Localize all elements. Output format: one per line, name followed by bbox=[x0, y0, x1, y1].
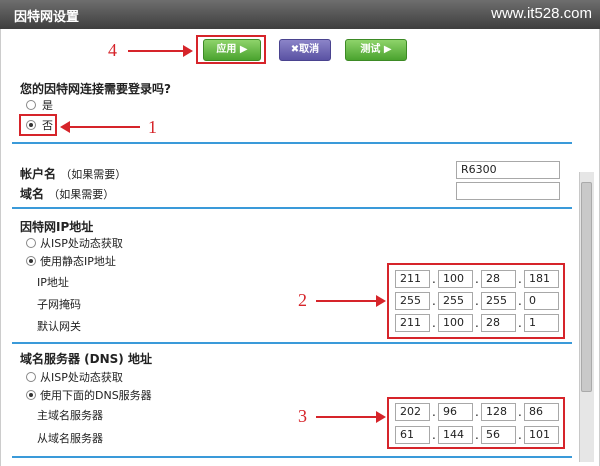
secondary-dns-dot: . bbox=[432, 428, 436, 442]
secondary-dns-dot: . bbox=[475, 428, 479, 442]
gateway-dot: . bbox=[432, 316, 436, 330]
domain-input[interactable] bbox=[456, 182, 560, 200]
ip-address-label: IP地址 bbox=[37, 276, 69, 289]
mask-octet-2[interactable]: 255 bbox=[438, 292, 473, 310]
ip-dynamic-radio[interactable] bbox=[26, 238, 36, 248]
divider-1 bbox=[12, 142, 572, 144]
dns-manual-radio[interactable] bbox=[26, 390, 36, 400]
username-label: 帐户名 （如果需要） bbox=[20, 167, 127, 181]
secondary-dns-dot: . bbox=[518, 428, 522, 442]
watermark: www.it528.com bbox=[491, 5, 592, 22]
login-yes-label: 是 bbox=[42, 99, 53, 112]
domain-label: 域名 （如果需要） bbox=[20, 187, 115, 201]
mask-dot: . bbox=[432, 294, 436, 308]
annotation-3-arrow bbox=[316, 411, 386, 423]
ip-octet-1[interactable]: 211 bbox=[395, 270, 430, 288]
login-yes-radio[interactable] bbox=[26, 100, 36, 110]
primary-dns-label: 主域名服务器 bbox=[37, 409, 103, 422]
primary-dns-dot: . bbox=[475, 405, 479, 419]
annotation-2-arrow bbox=[316, 295, 386, 307]
primary-dns-octet-3[interactable]: 128 bbox=[481, 403, 516, 421]
scrollbar-thumb[interactable] bbox=[581, 182, 592, 392]
primary-dns-dot: . bbox=[518, 405, 522, 419]
ip-dynamic-label: 从ISP处动态获取 bbox=[40, 237, 123, 250]
ip-dot: . bbox=[518, 272, 522, 286]
gateway-dot: . bbox=[475, 316, 479, 330]
annotation-4: 4 bbox=[108, 40, 117, 60]
ip-octet-2[interactable]: 100 bbox=[438, 270, 473, 288]
secondary-dns-octet-1[interactable]: 61 bbox=[395, 426, 430, 444]
annotation-1-arrow bbox=[60, 121, 140, 133]
gateway-octet-1[interactable]: 211 bbox=[395, 314, 430, 332]
secondary-dns-octet-3[interactable]: 56 bbox=[481, 426, 516, 444]
ip-octet-3[interactable]: 28 bbox=[481, 270, 516, 288]
primary-dns-octet-2[interactable]: 96 bbox=[438, 403, 473, 421]
gateway-octet-4[interactable]: 1 bbox=[524, 314, 559, 332]
mask-octet-4[interactable]: 0 bbox=[524, 292, 559, 310]
primary-dns-octet-1[interactable]: 202 bbox=[395, 403, 430, 421]
dns-title: 域名服务器 (DNS) 地址 bbox=[20, 352, 152, 366]
apply-button[interactable]: 应用 ▶ bbox=[203, 39, 261, 61]
cancel-button[interactable]: ✖取消 bbox=[279, 39, 331, 61]
gateway-octet-2[interactable]: 100 bbox=[438, 314, 473, 332]
gateway-octet-3[interactable]: 28 bbox=[481, 314, 516, 332]
dns-dynamic-label: 从ISP处动态获取 bbox=[40, 371, 123, 384]
secondary-dns-octet-4[interactable]: 101 bbox=[524, 426, 559, 444]
mask-dot: . bbox=[475, 294, 479, 308]
mask-octet-3[interactable]: 255 bbox=[481, 292, 516, 310]
annotation-2: 2 bbox=[298, 290, 307, 310]
login-no-radio[interactable] bbox=[26, 120, 36, 130]
gateway-dot: . bbox=[518, 316, 522, 330]
dns-dynamic-radio[interactable] bbox=[26, 372, 36, 382]
internet-ip-title: 因特网IP地址 bbox=[20, 220, 94, 234]
divider-3 bbox=[12, 342, 572, 344]
ip-static-label: 使用静态IP地址 bbox=[40, 255, 116, 268]
ip-dot: . bbox=[432, 272, 436, 286]
mask-octet-1[interactable]: 255 bbox=[395, 292, 430, 310]
divider-4 bbox=[12, 456, 572, 458]
secondary-dns-label: 从域名服务器 bbox=[37, 432, 103, 445]
ip-static-radio[interactable] bbox=[26, 256, 36, 266]
primary-dns-dot: . bbox=[432, 405, 436, 419]
dns-manual-label: 使用下面的DNS服务器 bbox=[40, 389, 152, 402]
annotation-1: 1 bbox=[148, 117, 157, 137]
test-button[interactable]: 测试 ▶ bbox=[345, 39, 407, 61]
annotation-4-arrow bbox=[128, 45, 193, 57]
mask-dot: . bbox=[518, 294, 522, 308]
secondary-dns-octet-2[interactable]: 144 bbox=[438, 426, 473, 444]
login-no-label: 否 bbox=[42, 119, 53, 132]
ip-dot: . bbox=[475, 272, 479, 286]
divider-2 bbox=[12, 207, 572, 209]
login-question: 您的因特网连接需要登录吗? bbox=[20, 82, 171, 96]
subnet-mask-label: 子网掩码 bbox=[37, 298, 81, 311]
annotation-3: 3 bbox=[298, 406, 307, 426]
primary-dns-octet-4[interactable]: 86 bbox=[524, 403, 559, 421]
username-hint: （如果需要） bbox=[60, 168, 127, 181]
username-input[interactable]: R6300 bbox=[456, 161, 560, 179]
window-title: 因特网设置 bbox=[14, 10, 80, 25]
window-titlebar: 因特网设置 www.it528.com bbox=[0, 0, 600, 29]
gateway-label: 默认网关 bbox=[37, 320, 81, 333]
domain-hint: （如果需要） bbox=[48, 188, 115, 201]
scrollbar[interactable] bbox=[579, 172, 594, 462]
ip-octet-4[interactable]: 181 bbox=[524, 270, 559, 288]
